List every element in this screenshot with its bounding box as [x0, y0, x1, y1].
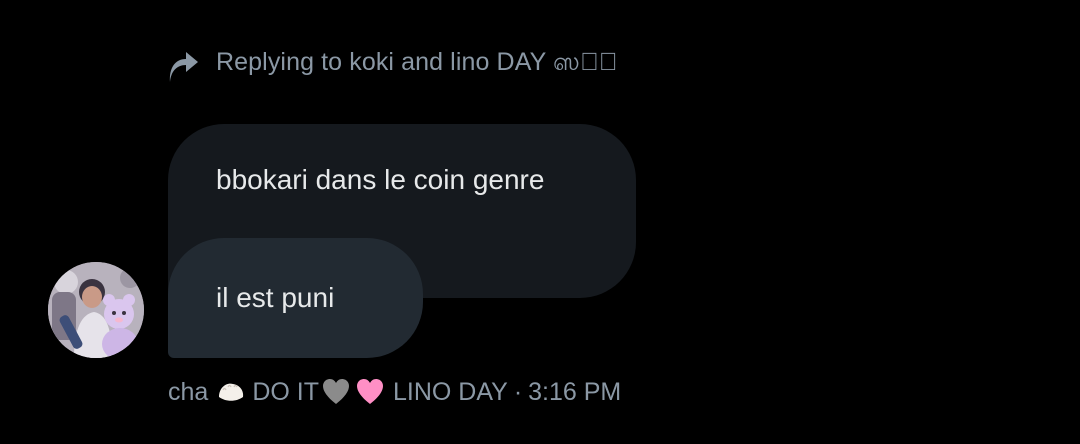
message-text: bbokari dans le coin genre	[216, 164, 545, 195]
reply-context: Replying to koki and lino DAY ஸ♡ி	[166, 44, 618, 84]
meta-separator: ·	[513, 377, 523, 406]
sender-name-suffix: LINO DAY	[392, 377, 508, 406]
avatar[interactable]	[48, 262, 144, 358]
sender-meta: cha DO IT LINO DAY · 3:16 PM	[168, 374, 621, 410]
grey-heart-emoji-icon	[321, 377, 351, 407]
pink-heart-emoji-icon	[355, 377, 385, 407]
sender-name-prefix: cha	[168, 377, 209, 406]
message-timestamp: 3:16 PM	[528, 377, 622, 406]
reply-arrow-icon	[166, 50, 202, 86]
reply-context-text: Replying to koki and lino DAY ஸ♡ி	[216, 48, 618, 76]
message-text: il est puni	[216, 282, 335, 313]
dumpling-emoji-icon	[216, 377, 246, 407]
sender-name-middle: DO IT	[252, 377, 319, 406]
message-bubble[interactable]: il est puni	[168, 238, 423, 358]
